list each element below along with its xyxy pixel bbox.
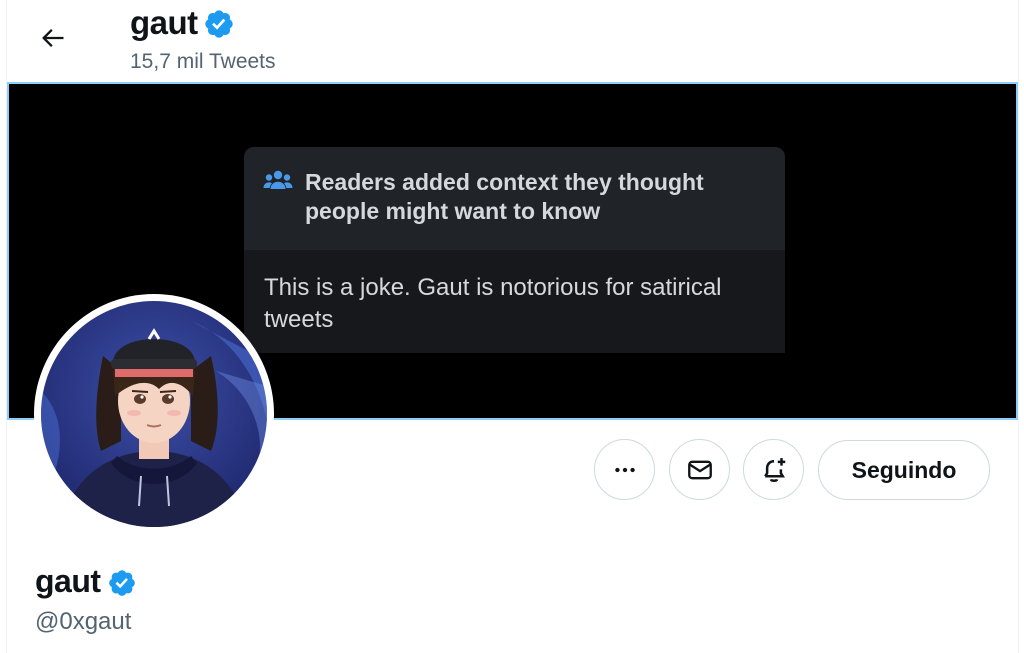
tweet-count: 15,7 mil Tweets <box>130 50 276 73</box>
verified-badge-icon[interactable] <box>107 568 137 598</box>
community-note-cutoff <box>244 353 785 377</box>
envelope-icon <box>687 460 712 479</box>
more-horizontal-icon <box>614 467 635 472</box>
profile-handle: @0xgaut <box>35 608 132 635</box>
profile-header: gaut 15,7 mil Tweets <box>7 0 1018 82</box>
community-note-card: Readers added context they thought peopl… <box>244 147 785 377</box>
arrow-left-icon <box>42 29 64 47</box>
people-icon <box>263 170 293 189</box>
verified-badge-icon <box>205 10 233 38</box>
profile-name-row: gaut <box>35 563 137 600</box>
more-button[interactable] <box>594 439 655 500</box>
profile-display-name: gaut <box>35 563 101 599</box>
column-border-right <box>1018 0 1019 653</box>
community-note-title: Readers added context they thought peopl… <box>305 169 704 224</box>
bell-plus-icon <box>763 457 785 482</box>
header-title: gaut <box>130 4 235 42</box>
header-display-name: gaut <box>130 4 198 41</box>
following-button[interactable]: Seguindo <box>818 440 990 500</box>
message-button[interactable] <box>669 439 730 500</box>
back-button[interactable] <box>35 20 71 56</box>
avatar-image <box>41 301 267 527</box>
community-note-body: This is a joke. Gaut is notorious for sa… <box>264 274 722 333</box>
notifications-button[interactable] <box>743 439 804 500</box>
community-note-header: Readers added context they thought peopl… <box>244 147 785 250</box>
avatar[interactable] <box>34 294 274 534</box>
